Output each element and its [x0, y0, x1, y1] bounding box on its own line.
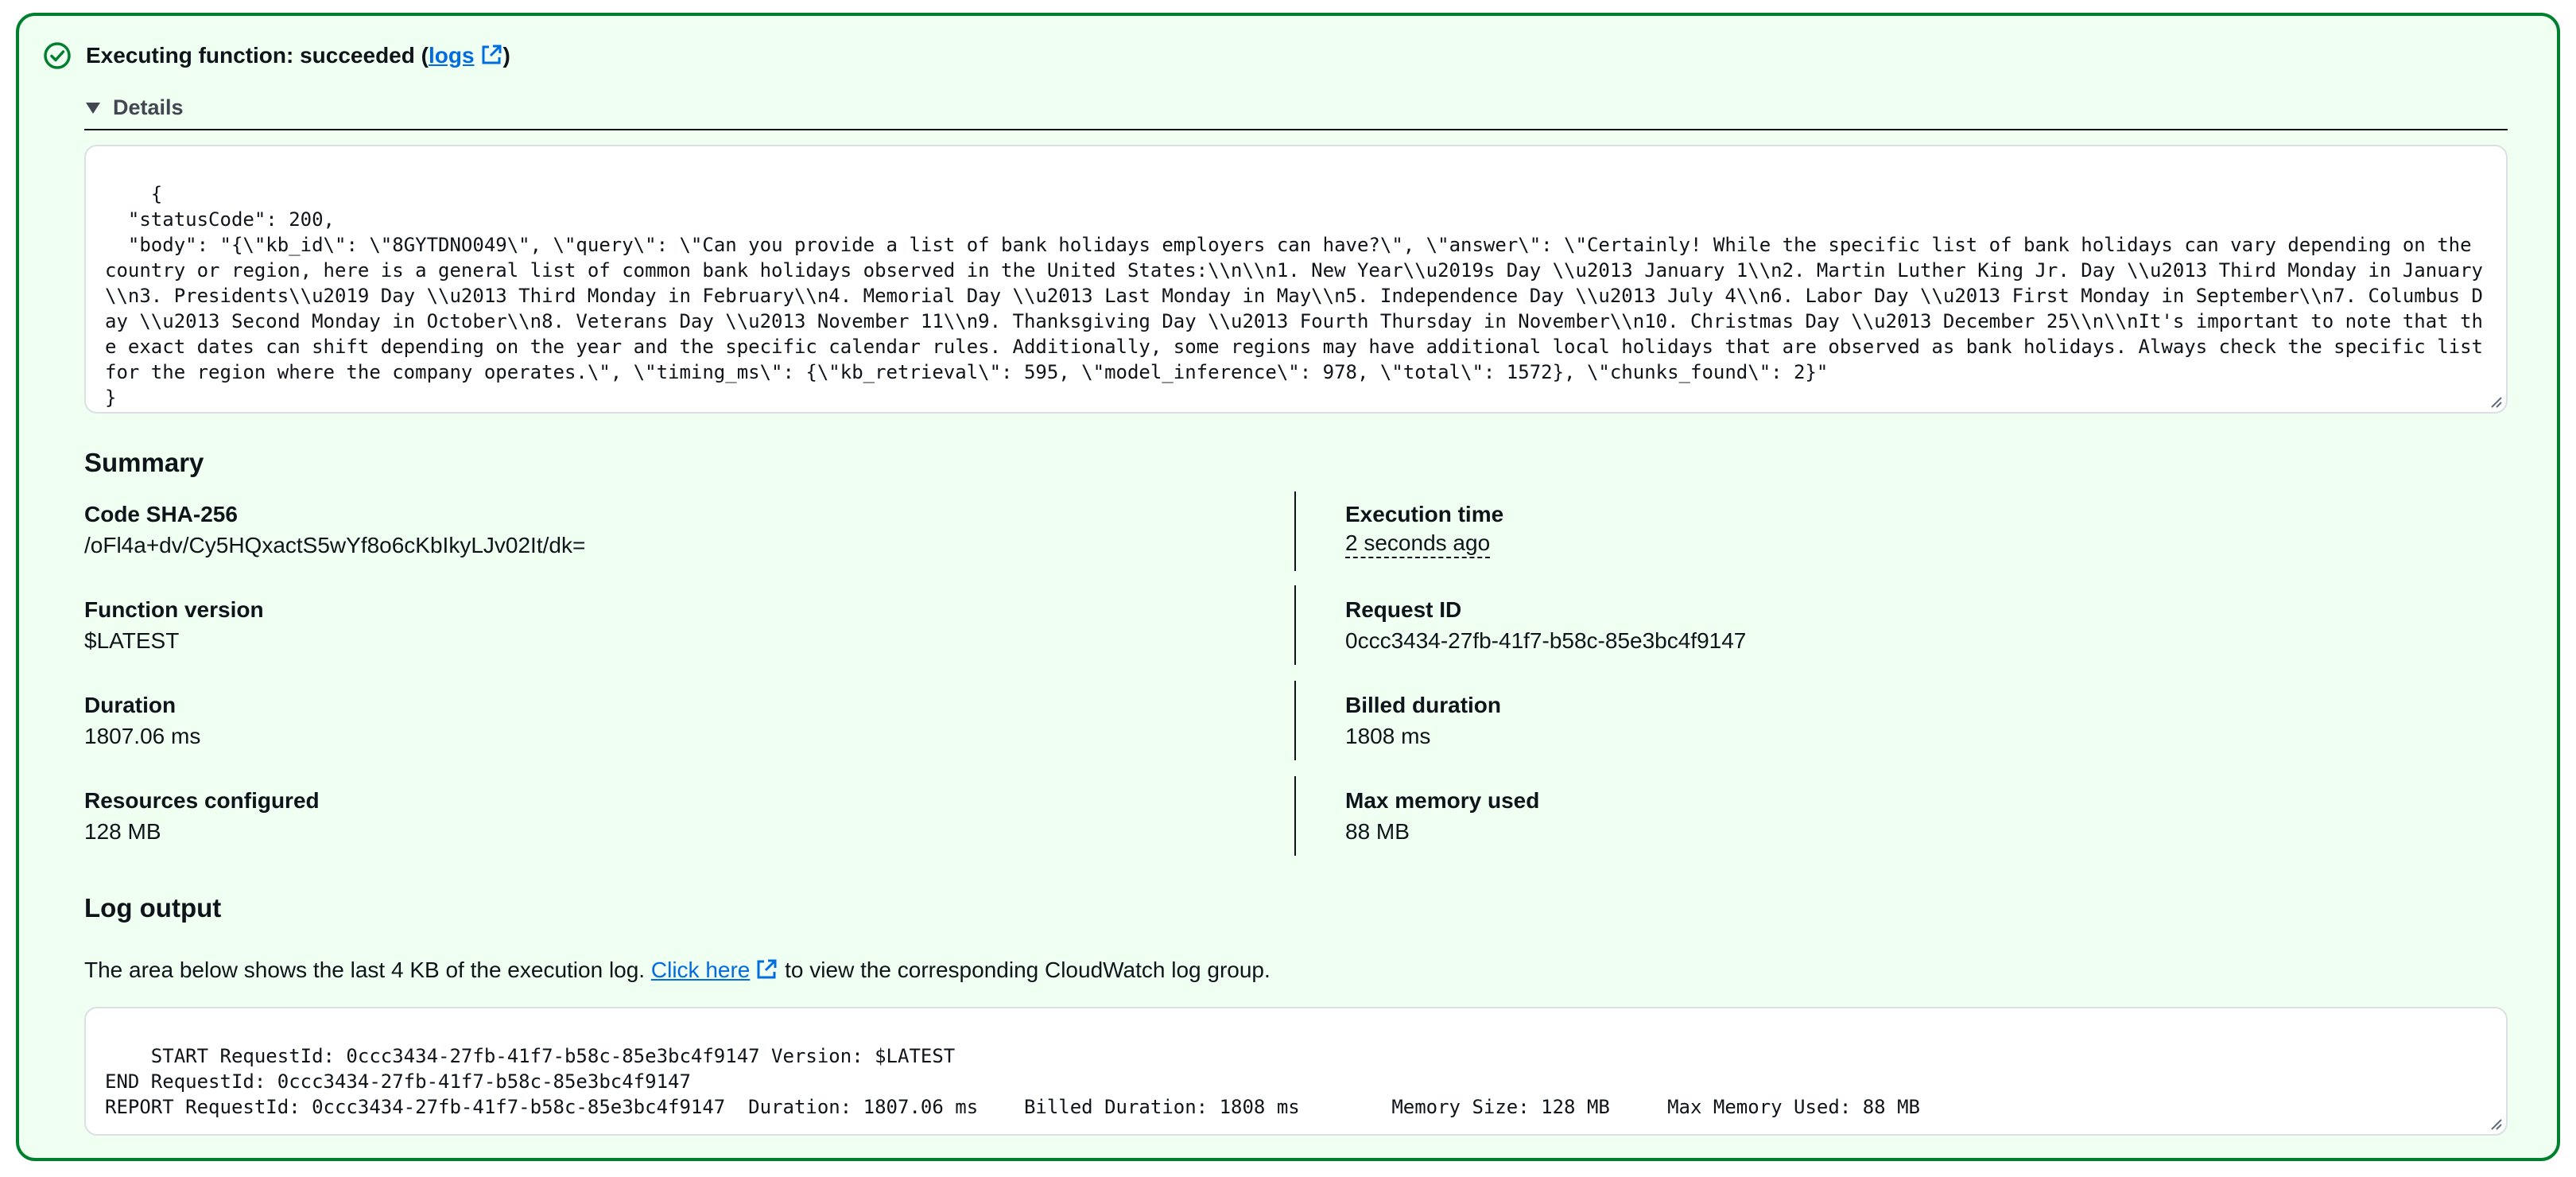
request-id-value: 0ccc3434-27fb-41f7-b58c-85e3bc4f9147	[1345, 628, 1747, 653]
log-desc-prefix: The area below shows the last 4 KB of th…	[84, 958, 651, 982]
success-check-circle-icon	[44, 42, 71, 69]
resize-handle-icon[interactable]	[2489, 394, 2503, 409]
resources-configured-field: Resources configured 128 MB	[84, 786, 320, 848]
request-id-label: Request ID	[1345, 597, 1462, 622]
code-sha-field: Code SHA-256 /oFl4a+dv/Cy5HQxactS5wYf8o6…	[84, 499, 585, 561]
code-sha-label: Code SHA-256	[84, 502, 238, 526]
max-memory-field: Max memory used 88 MB	[1345, 786, 1539, 848]
execution-time-label: Execution time	[1345, 502, 1504, 526]
log-output-description: The area below shows the last 4 KB of th…	[84, 954, 1271, 986]
execution-status: Executing function: succeeded ( logs )	[43, 40, 510, 72]
details-label: Details	[113, 95, 184, 119]
request-id-field: Request ID 0ccc3434-27fb-41f7-b58c-85e3b…	[1345, 595, 1746, 657]
external-link-icon	[757, 959, 777, 979]
column-divider	[1294, 585, 1296, 665]
max-memory-label: Max memory used	[1345, 788, 1540, 813]
log-text: START RequestId: 0ccc3434-27fb-41f7-b58c…	[105, 1045, 1920, 1118]
billed-duration-value: 1808 ms	[1345, 724, 1431, 748]
duration-label: Duration	[84, 693, 177, 717]
function-version-value: $LATEST	[84, 628, 180, 653]
logs-link-label: logs	[428, 43, 475, 68]
resources-configured-value: 128 MB	[84, 819, 161, 844]
logs-link[interactable]: logs	[429, 40, 503, 72]
column-divider	[1294, 681, 1296, 760]
column-divider	[1294, 776, 1296, 856]
cloudwatch-link[interactable]: Click here	[651, 958, 778, 982]
details-divider	[84, 129, 2508, 130]
duration-value: 1807.06 ms	[84, 724, 201, 748]
cloudwatch-link-label: Click here	[650, 958, 751, 982]
resize-handle-icon[interactable]	[2489, 1117, 2503, 1131]
code-sha-value: /oFl4a+dv/Cy5HQxactS5wYf8o6cKbIkyLJv02It…	[84, 533, 586, 557]
log-output-textarea[interactable]: START RequestId: 0ccc3434-27fb-41f7-b58c…	[84, 1007, 2508, 1136]
log-desc-suffix: to view the corresponding CloudWatch log…	[778, 958, 1271, 982]
summary-heading: Summary	[84, 448, 204, 477]
response-json-text: { "statusCode": 200, "body": "{\"kb_id\"…	[105, 183, 2483, 409]
caret-down-icon	[86, 103, 100, 114]
max-memory-value: 88 MB	[1345, 819, 1410, 844]
duration-field: Duration 1807.06 ms	[84, 690, 200, 752]
status-suffix: )	[502, 43, 510, 68]
status-text: Executing function: succeeded (	[86, 43, 429, 68]
billed-duration-label: Billed duration	[1345, 693, 1501, 717]
billed-duration-field: Billed duration 1808 ms	[1345, 690, 1501, 752]
execution-result-panel: Executing function: succeeded ( logs ) D…	[16, 13, 2560, 1161]
details-expander[interactable]: Details	[84, 91, 184, 123]
log-output-heading: Log output	[84, 893, 222, 923]
execution-time-field: Execution time 2 seconds ago	[1345, 499, 1503, 558]
resources-configured-label: Resources configured	[84, 788, 320, 813]
execution-time-value[interactable]: 2 seconds ago	[1345, 530, 1491, 558]
function-version-label: Function version	[84, 597, 264, 622]
function-version-field: Function version $LATEST	[84, 595, 264, 657]
column-divider	[1294, 491, 1296, 571]
external-link-icon	[482, 45, 502, 64]
response-textarea[interactable]: { "statusCode": 200, "body": "{\"kb_id\"…	[84, 145, 2508, 414]
